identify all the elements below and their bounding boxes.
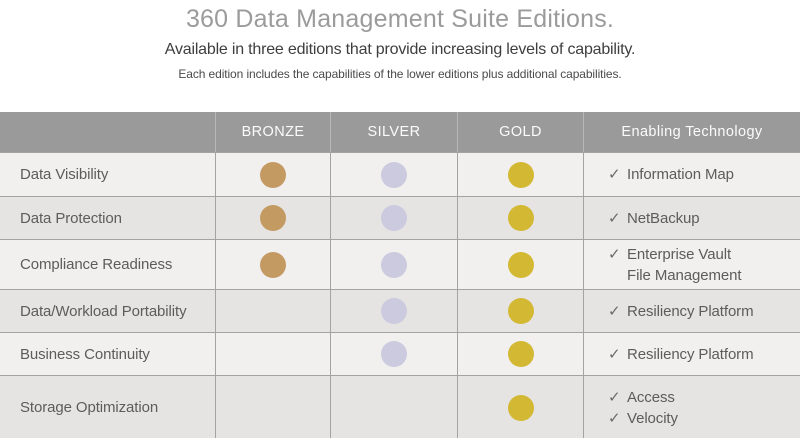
technology-label: Information Map: [627, 166, 734, 183]
page-subtitle: Available in three editions that provide…: [164, 41, 636, 58]
technology-label: Enterprise Vault: [627, 245, 732, 263]
technology-item: ✓ Access: [608, 387, 800, 408]
bronze-cell: [215, 153, 330, 196]
gold-dot-icon: [507, 161, 534, 188]
table-row: Storage Optimization ✓ Access ✓ Velocity: [0, 375, 800, 438]
header-enabling-technology: Enabling Technology: [583, 112, 800, 152]
capability-label: Data Visibility: [20, 166, 109, 183]
capability-label: Compliance Readiness: [20, 256, 173, 273]
capability-label: Business Continuity: [20, 345, 150, 363]
silver-cell: [330, 153, 457, 196]
silver-dot-icon: [381, 205, 407, 231]
bronze-cell: [215, 333, 330, 375]
table-header-row: BRONZE SILVER GOLD Enabling Technology: [0, 112, 800, 152]
gold-dot-icon: [507, 394, 534, 421]
bronze-cell: [215, 290, 330, 332]
gold-dot-icon: [507, 205, 534, 231]
table-row: Data Protection ✓ NetBackup: [0, 196, 800, 239]
bronze-dot-icon: [260, 161, 286, 188]
check-icon: ✓: [608, 166, 621, 183]
gold-cell: [457, 376, 583, 438]
check-icon: ✓: [608, 302, 621, 320]
editions-comparison-table: BRONZE SILVER GOLD Enabling Technology D…: [0, 112, 800, 438]
technology-item: ✓ Information Map: [608, 164, 800, 185]
technology-item: ✓ Resiliency Platform: [608, 301, 800, 322]
check-icon: ✓: [608, 209, 621, 227]
gold-cell: [457, 197, 583, 239]
silver-dot-icon: [381, 341, 407, 367]
technology-item: ✓ Resiliency Platform: [608, 344, 800, 365]
gold-cell: [457, 333, 583, 375]
table-row: Compliance Readiness ✓ Enterprise Vault Fi…: [0, 239, 800, 289]
gold-cell: [457, 153, 583, 196]
enabling-technology-cell: ✓ Enterprise Vault File Management: [583, 240, 800, 289]
header-bronze: BRONZE: [215, 112, 330, 152]
technology-item: File Management: [608, 265, 800, 286]
gold-dot-icon: [507, 298, 534, 324]
silver-dot-icon: [381, 298, 407, 324]
page-title: 360 Data Management Suite Editions.: [185, 5, 615, 33]
silver-dot-icon: [381, 161, 407, 188]
header-gold: GOLD: [457, 112, 583, 152]
page-note: Each edition includes the capabilities o…: [178, 67, 622, 81]
header-silver: SILVER: [330, 112, 457, 152]
gold-dot-icon: [507, 251, 534, 278]
bronze-dot-icon: [260, 251, 286, 278]
silver-cell: [330, 333, 457, 375]
enabling-technology-cell: ✓ Information Map: [583, 153, 800, 196]
check-icon: ✓: [608, 388, 621, 406]
bronze-dot-icon: [260, 205, 286, 231]
silver-dot-icon: [381, 251, 407, 278]
capability-label: Data/Workload Portability: [20, 302, 187, 320]
silver-cell: [330, 376, 457, 438]
check-icon: ✓: [608, 345, 621, 363]
check-icon: ✓: [608, 245, 621, 263]
gold-cell: [457, 290, 583, 332]
table-row: Business Continuity ✓ Resiliency Platform: [0, 332, 800, 375]
technology-label: File Management: [627, 266, 742, 284]
capability-label: Data Protection: [20, 209, 122, 227]
bronze-cell: [215, 240, 330, 289]
editions-page: 360 Data Management Suite Editions. Avai…: [0, 0, 800, 438]
technology-item: ✓ Enterprise Vault: [608, 244, 800, 265]
capability-label: Storage Optimization: [20, 399, 159, 416]
silver-cell: [330, 240, 457, 289]
bronze-cell: [215, 197, 330, 239]
gold-dot-icon: [507, 341, 534, 367]
technology-label: Resiliency Platform: [627, 345, 754, 363]
technology-label: Velocity: [627, 409, 678, 427]
technology-item: ✓ Velocity: [608, 408, 800, 429]
silver-cell: [330, 290, 457, 332]
header-capability: [0, 112, 215, 152]
table-row: Data Visibility ✓ Information Map: [0, 152, 800, 196]
gold-cell: [457, 240, 583, 289]
bronze-cell: [215, 376, 330, 438]
silver-cell: [330, 197, 457, 239]
enabling-technology-cell: ✓ Access ✓ Velocity: [583, 376, 800, 438]
check-icon: ✓: [608, 409, 621, 427]
technology-label: Access: [627, 388, 675, 406]
enabling-technology-cell: ✓ Resiliency Platform: [583, 333, 800, 375]
technology-label: NetBackup: [627, 209, 700, 227]
enabling-technology-cell: ✓ Resiliency Platform: [583, 290, 800, 332]
table-row: Data/Workload Portability ✓ Resiliency Pl…: [0, 289, 800, 332]
technology-label: Resiliency Platform: [627, 302, 754, 320]
technology-item: ✓ NetBackup: [608, 208, 800, 229]
enabling-technology-cell: ✓ NetBackup: [583, 197, 800, 239]
